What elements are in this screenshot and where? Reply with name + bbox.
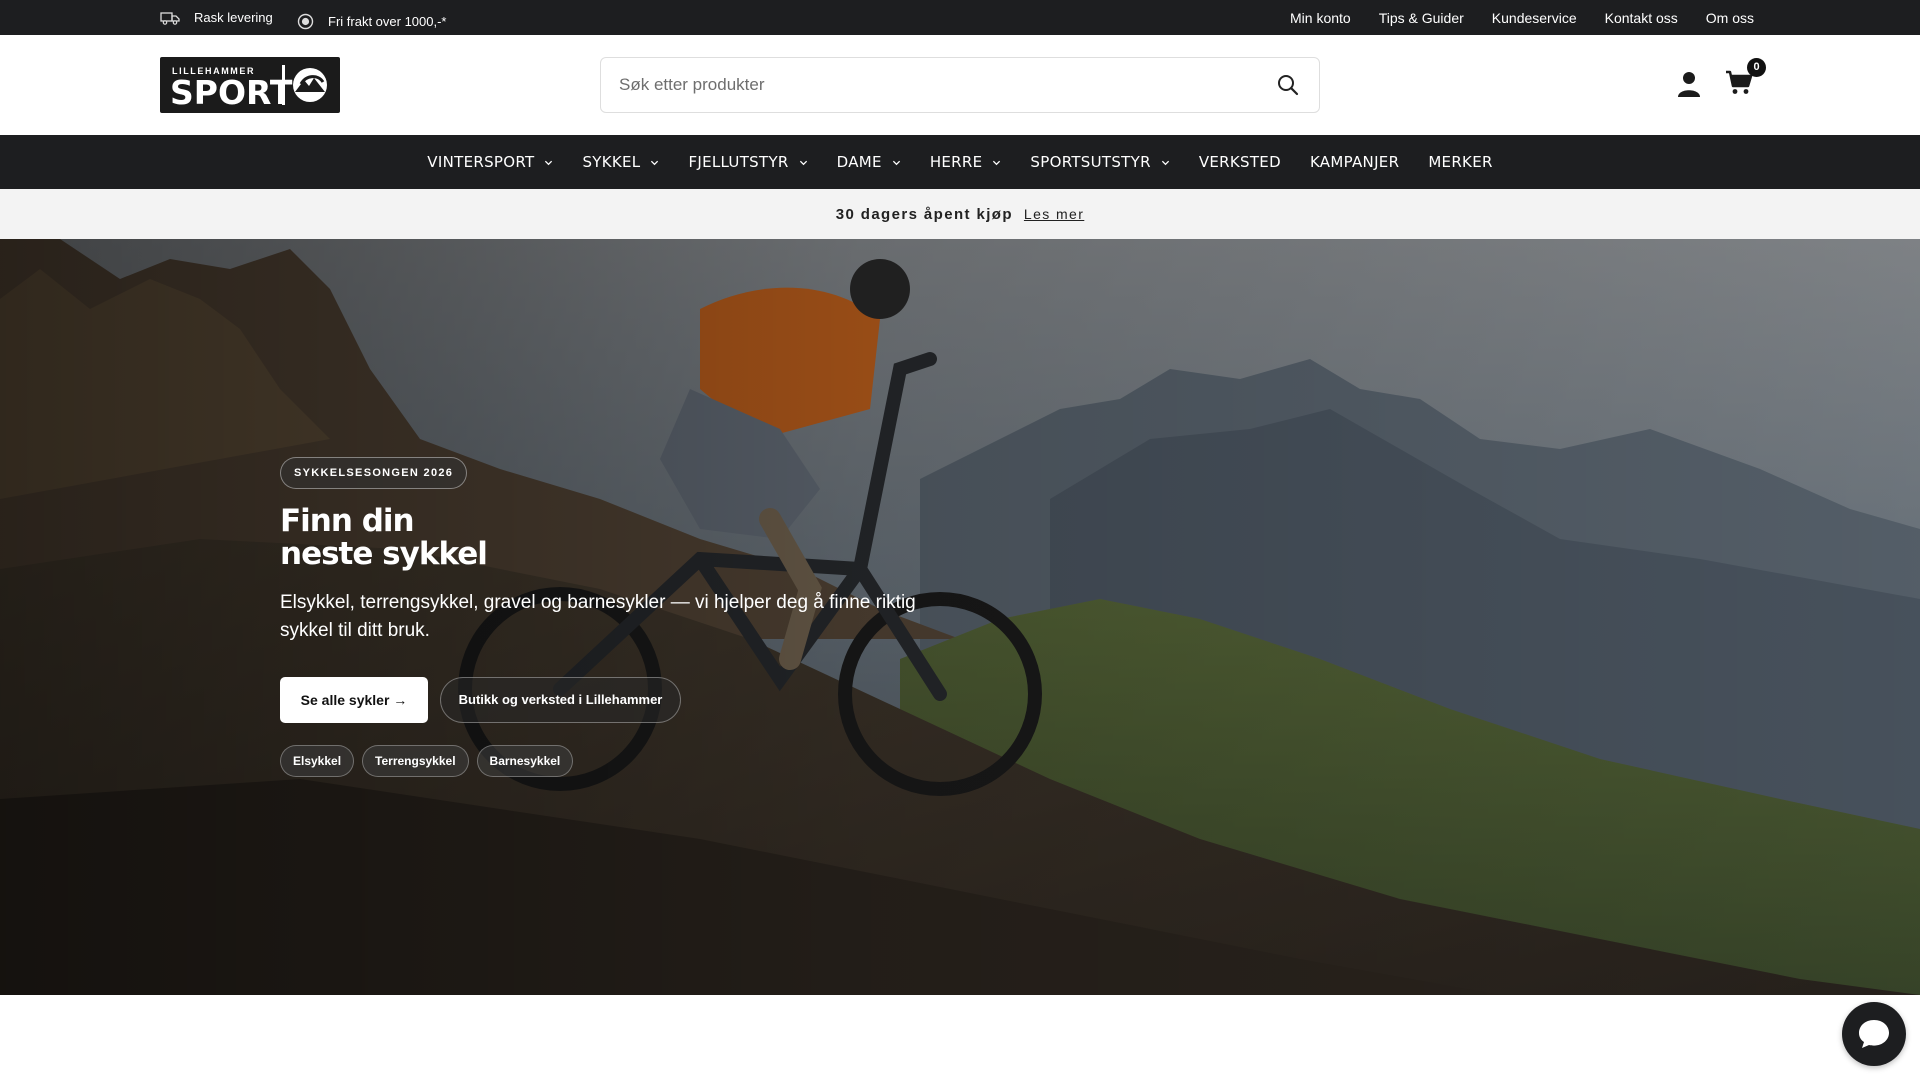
usp-delivery: Rask levering xyxy=(160,0,273,35)
chevron-down-icon xyxy=(993,160,1001,165)
chip-barnesykkel[interactable]: Barnesykkel xyxy=(476,745,574,777)
badge-icon xyxy=(297,13,314,30)
cart-count-badge: 0 xyxy=(1747,58,1766,77)
top-utility-bar: Rask levering Fri frakt over 1000,-* Min… xyxy=(0,0,1920,35)
site-logo[interactable]: LILLEHAMMER SPORT xyxy=(160,57,340,113)
link-min-konto[interactable]: Min konto xyxy=(1290,10,1351,26)
hero-title: Finn din neste sykkel xyxy=(280,503,488,572)
hero-season-badge: SYKKELSESONGEN 2026 xyxy=(280,457,468,489)
nav-item-label: VINTERSPORT xyxy=(427,153,535,171)
hero-banner: SYKKELSESONGEN 2026 Finn din neste sykke… xyxy=(0,239,1920,995)
see-all-bikes-button[interactable]: Se alle sykler → xyxy=(280,677,428,723)
nav-item-label: HERRE xyxy=(929,153,983,171)
nav-item-label: SYKKEL xyxy=(582,153,641,171)
chat-launcher-button[interactable] xyxy=(1842,1002,1906,1066)
nav-item-sportsutstyr[interactable]: SPORTSUTSTYR xyxy=(1030,153,1169,171)
usp-free-shipping-label: Fri frakt over 1000,-* xyxy=(328,14,447,29)
chevron-down-icon xyxy=(651,160,659,165)
usp-free-shipping: Fri frakt over 1000,-* xyxy=(297,4,447,39)
logo-big-text: SPORT xyxy=(170,73,293,112)
nav-item-dame[interactable]: DAME xyxy=(837,153,901,171)
truck-icon xyxy=(160,11,180,25)
chip-terrengsykkel[interactable]: Terrengsykkel xyxy=(362,745,469,777)
announcement-read-more-link[interactable]: Les mer xyxy=(1024,206,1084,222)
nav-item-herre[interactable]: HERRE xyxy=(930,153,1002,171)
nav-item-label: MERKER xyxy=(1428,153,1493,171)
hero-category-chips: Elsykkel Terrengsykkel Barnesykkel xyxy=(280,745,574,777)
announcement-bar: 30 dagers åpent kjøp Les mer xyxy=(0,189,1920,239)
hero-title-line2: neste sykkel xyxy=(280,536,488,572)
account-icon[interactable] xyxy=(1677,71,1701,97)
chip-elsykkel[interactable]: Elsykkel xyxy=(280,745,355,777)
announcement-text: 30 dagers åpent kjøp xyxy=(835,205,1013,223)
link-tips-guider[interactable]: Tips & Guider xyxy=(1379,10,1464,26)
link-om-oss[interactable]: Om oss xyxy=(1706,10,1754,26)
link-kundeservice[interactable]: Kundeservice xyxy=(1492,10,1577,26)
nav-item-label: DAME xyxy=(836,153,882,171)
usp-delivery-label: Rask levering xyxy=(194,10,273,25)
chevron-down-icon xyxy=(1161,160,1169,165)
nav-item-vintersport[interactable]: VINTERSPORT xyxy=(427,153,553,171)
site-header: LILLEHAMMER SPORT 0 xyxy=(0,35,1920,135)
nav-item-sykkel[interactable]: SYKKEL xyxy=(582,153,659,171)
top-links: Min konto Tips & Guider Kundeservice Kon… xyxy=(1290,0,1754,35)
hero-lead-text: Elsykkel, terrengsykkel, gravel og barne… xyxy=(280,592,916,641)
search-input[interactable] xyxy=(619,58,1259,112)
nav-item-label: KAMPANJER xyxy=(1309,153,1400,171)
chat-bubble-icon xyxy=(1859,1020,1889,1048)
nav-item-label: FJELLUTSTYR xyxy=(688,153,789,171)
main-nav: VINTERSPORT SYKKEL FJELLUTSTYR DAME HERRE SPO… xyxy=(0,135,1920,189)
chevron-down-icon xyxy=(892,160,900,165)
nav-item-label: SPORTSUTSTYR xyxy=(1030,153,1151,171)
logo-separator xyxy=(282,65,285,105)
nav-item-verksted[interactable]: VERKSTED xyxy=(1199,153,1281,171)
main-nav-list: VINTERSPORT SYKKEL FJELLUTSTYR DAME HERRE SPO… xyxy=(0,135,1920,189)
hero-title-line1: Finn din xyxy=(280,503,415,539)
nav-item-fjellutstyr[interactable]: FJELLUTSTYR xyxy=(688,153,807,171)
search-bar xyxy=(600,57,1320,113)
nav-item-label: VERKSTED xyxy=(1198,153,1281,171)
link-kontakt-oss[interactable]: Kontakt oss xyxy=(1605,10,1678,26)
chevron-down-icon xyxy=(799,160,807,165)
search-icon[interactable] xyxy=(1277,74,1299,96)
chevron-down-icon xyxy=(545,160,553,165)
store-and-workshop-button[interactable]: Butikk og verksted i Lillehammer xyxy=(440,677,681,723)
nav-item-merker[interactable]: MERKER xyxy=(1428,153,1492,171)
mountain-logo-icon xyxy=(293,68,327,102)
nav-item-kampanjer[interactable]: KAMPANJER xyxy=(1310,153,1399,171)
